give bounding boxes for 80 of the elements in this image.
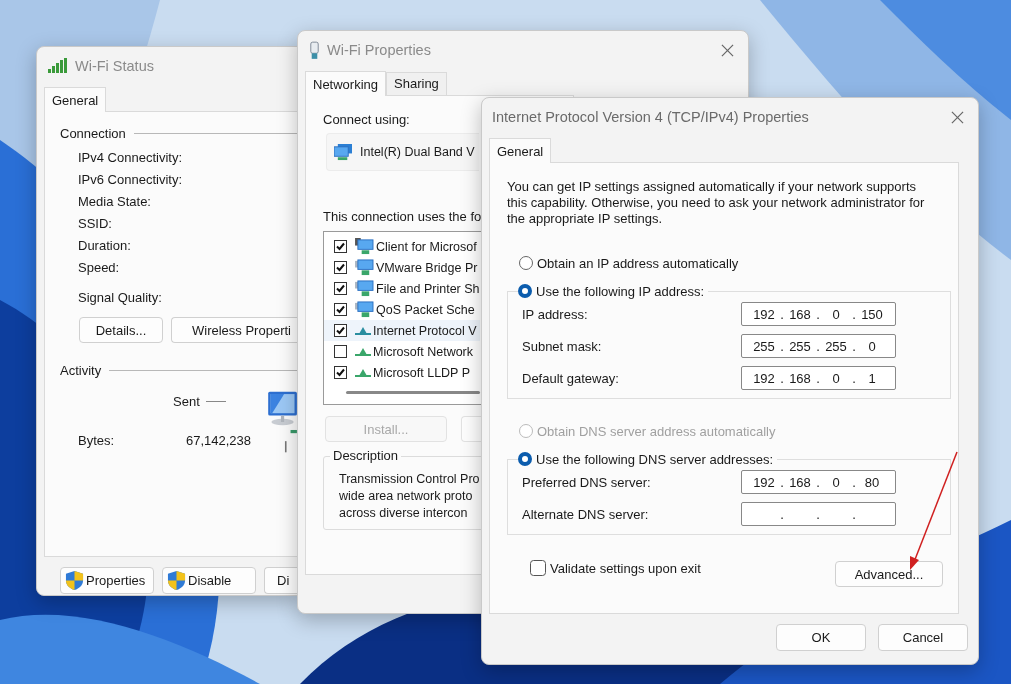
- field-label: IPv4 Connectivity:: [78, 149, 184, 167]
- field-label: This connection uses the fo: [323, 209, 482, 224]
- tab[interactable]: General: [489, 138, 552, 163]
- list-item[interactable]: VMware Bridge Pr: [324, 257, 480, 278]
- protocol-icon: [355, 347, 371, 356]
- dialog-button[interactable]: Cancel: [878, 624, 968, 651]
- list-item[interactable]: Microsoft Network: [324, 341, 480, 362]
- dialog-button[interactable]: Wireless Properti: [171, 317, 297, 343]
- network-adapter-icon: [334, 143, 353, 161]
- field-label: Subnet mask:: [522, 338, 603, 354]
- checkbox[interactable]: [334, 282, 347, 295]
- field-label: IPv6 Connectivity:: [78, 171, 184, 189]
- shield-icon: [65, 570, 84, 591]
- group-heading: Activity: [60, 363, 102, 378]
- signal-bars-icon: [47, 58, 69, 74]
- checkbox[interactable]: [334, 303, 347, 316]
- advanced-button[interactable]: Advanced...: [835, 561, 943, 587]
- description-text: across diverse intercon: [339, 505, 468, 522]
- field-label: Duration:: [78, 237, 132, 255]
- checkbox-label[interactable]: Validate settings upon exit: [550, 560, 701, 576]
- ip-address-field[interactable]: . . .: [741, 502, 896, 526]
- adapter-icon: [308, 40, 321, 60]
- column-label: Sent: [173, 394, 200, 409]
- field-label: Media State:: [78, 193, 152, 211]
- dialog-button[interactable]: Properties: [60, 567, 154, 594]
- field-label: Alternate DNS server:: [522, 506, 650, 522]
- dialog-button[interactable]: OK: [776, 624, 866, 651]
- tab[interactable]: Networking: [305, 71, 387, 96]
- list-item[interactable]: Client for Microsof: [324, 236, 480, 257]
- checkbox[interactable]: [334, 261, 347, 274]
- dialog-button[interactable]: Disable: [162, 567, 256, 594]
- activity-line: [205, 401, 226, 402]
- checkbox[interactable]: [334, 324, 347, 337]
- checkbox[interactable]: [530, 560, 546, 576]
- field-label: SSID:: [78, 215, 113, 233]
- list-item[interactable]: QoS Packet Sche: [324, 299, 480, 320]
- protocol-icon: [355, 368, 371, 377]
- field-label: Default gateway:: [522, 370, 620, 386]
- checkbox[interactable]: [334, 345, 347, 358]
- checkbox[interactable]: [334, 366, 347, 379]
- ip-address-field[interactable]: 192 . 168 . 0 . 1: [741, 366, 896, 390]
- monitor-icon: [355, 280, 374, 297]
- list-item[interactable]: Internet Protocol V: [324, 320, 480, 341]
- window-title: Wi-Fi Properties: [327, 42, 431, 58]
- radio-option[interactable]: Use the following DNS server addresses:: [518, 449, 777, 469]
- tab[interactable]: General: [44, 87, 107, 112]
- field-label: IP address:: [522, 306, 589, 322]
- tab[interactable]: Sharing: [386, 72, 447, 95]
- close-icon[interactable]: [951, 110, 964, 124]
- dialog-button[interactable]: Details...: [79, 317, 163, 343]
- description-text: wide area network proto: [339, 488, 473, 505]
- adapter-field: Intel(R) Dual Band V: [326, 133, 479, 171]
- group-heading: Description: [330, 448, 402, 463]
- window-title: Wi-Fi Status: [75, 58, 154, 74]
- description-text: Transmission Control Pro: [339, 471, 480, 488]
- field-value: 67,142,238: [186, 433, 252, 448]
- monitor-icon: [355, 238, 374, 255]
- monitor-icon: [355, 259, 374, 276]
- checkbox[interactable]: [334, 240, 347, 253]
- list-item[interactable]: Microsoft LLDP P: [324, 362, 480, 383]
- dialog-button[interactable]: Di: [264, 567, 297, 594]
- field-label: Bytes:: [78, 433, 116, 448]
- field-label: Connect using:: [323, 112, 410, 127]
- intro-text: You can get IP settings assigned automatically if your network supports this capability. Otherwise, you need to ask your network administrator for the appropriate IP settings.: [507, 179, 926, 227]
- group-heading: Connection: [60, 126, 126, 141]
- field-label: Speed:: [78, 259, 121, 277]
- monitor-icon: [355, 301, 374, 318]
- ip-address-field[interactable]: 192 . 168 . 0 . 150: [741, 302, 896, 326]
- field-label: Signal Quality:: [77, 289, 163, 307]
- list-item[interactable]: File and Printer Sh: [324, 278, 480, 299]
- window-title: Internet Protocol Version 4 (TCP/IPv4) Properties: [492, 109, 809, 125]
- protocol-icon: [355, 326, 371, 335]
- field-label: Preferred DNS server:: [522, 474, 652, 490]
- close-icon[interactable]: [721, 43, 734, 57]
- ip-address-field[interactable]: 192 . 168 . 0 . 80: [741, 470, 896, 494]
- shield-icon: [167, 570, 186, 591]
- radio-option[interactable]: Use the following IP address:: [518, 281, 709, 301]
- scrollbar[interactable]: [346, 391, 480, 394]
- radio-option[interactable]: Obtain an IP address automatically: [519, 253, 958, 273]
- ip-address-field[interactable]: 255 . 255 . 255 . 0: [741, 334, 896, 358]
